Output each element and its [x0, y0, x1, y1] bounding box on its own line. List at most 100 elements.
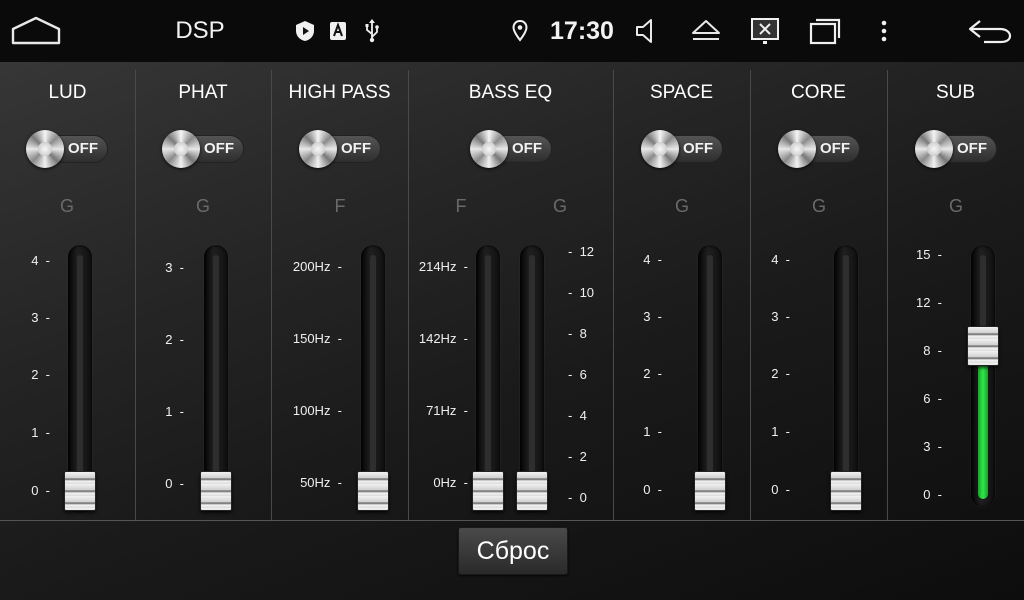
tick-label: 50Hz -	[300, 475, 342, 490]
volume-icon[interactable]	[630, 14, 664, 48]
home-icon[interactable]	[8, 12, 64, 48]
tick-label: - 0	[568, 490, 587, 505]
tick-label: 142Hz -	[418, 331, 468, 346]
panel-divider	[408, 70, 409, 520]
toggle-phat[interactable]: OFF	[162, 130, 246, 168]
tick-label: 2 -	[31, 367, 50, 382]
tick-label: 4 -	[771, 252, 790, 267]
usb-icon	[360, 17, 384, 45]
panel-title-lud: LUD	[48, 82, 87, 103]
toggle-lud[interactable]: OFF	[26, 130, 110, 168]
tick-label: - 6	[568, 367, 587, 382]
panel-divider	[135, 70, 136, 520]
tick-label: 0 -	[643, 482, 662, 497]
unit-label: G	[552, 196, 567, 216]
reset-button[interactable]: Сброс	[458, 527, 568, 575]
tick-label: 0 -	[923, 487, 942, 502]
toggle-knob	[162, 130, 200, 168]
unit-label: G	[674, 196, 689, 216]
tick-label: 12 -	[915, 295, 942, 310]
tick-label: 2 -	[643, 366, 662, 381]
slider-thumb-phat[interactable]	[200, 471, 232, 511]
panel-title-core: CORE	[791, 82, 846, 103]
panel-divider	[750, 70, 751, 520]
tick-label: 2 -	[771, 366, 790, 381]
tick-label: 71Hz -	[426, 403, 468, 418]
tick-label: 4 -	[643, 252, 662, 267]
unit-label: G	[811, 196, 826, 216]
more-icon[interactable]	[870, 14, 898, 48]
app-title: DSP	[175, 17, 225, 44]
toggle-knob	[915, 130, 953, 168]
tick-label: 3 -	[31, 310, 50, 325]
location-pin-icon	[508, 17, 532, 45]
tick-label: 100Hz -	[292, 403, 342, 418]
toggle-bass-eq[interactable]: OFF	[470, 130, 554, 168]
tick-label: - 2	[568, 449, 587, 464]
tick-label: 0Hz -	[433, 475, 468, 490]
tick-label: 4 -	[31, 253, 50, 268]
toggle-core[interactable]: OFF	[778, 130, 862, 168]
screen-off-icon[interactable]	[748, 14, 782, 48]
tick-label: 0 -	[165, 476, 184, 491]
unit-label: G	[195, 196, 210, 216]
slider-thumb-space[interactable]	[694, 471, 726, 511]
panel-title-high-pass: HIGH PASS	[288, 82, 391, 103]
toggle-state: OFF	[820, 140, 850, 157]
slider-thumb-bass-gain[interactable]	[516, 471, 548, 511]
slider-thumb-sub[interactable]	[967, 326, 999, 366]
panel-divider	[887, 70, 888, 520]
tick-label: 3 -	[771, 309, 790, 324]
eject-icon[interactable]	[688, 14, 724, 48]
panel-divider	[613, 70, 614, 520]
tick-label: 8 -	[923, 343, 942, 358]
tick-label: 1 -	[771, 424, 790, 439]
a-box-icon	[326, 18, 350, 44]
tick-label: 15 -	[915, 247, 942, 262]
tick-label: - 8	[568, 326, 587, 341]
panel-bottom-border	[0, 520, 1024, 521]
unit-label: F	[334, 196, 346, 216]
toggle-state: OFF	[957, 140, 987, 157]
tick-label: 0 -	[31, 483, 50, 498]
recent-windows-icon[interactable]	[806, 14, 844, 48]
tick-label: 3 -	[643, 309, 662, 324]
toggle-knob	[299, 130, 337, 168]
slider-thumb-bass-freq[interactable]	[472, 471, 504, 511]
toggle-space[interactable]: OFF	[641, 130, 725, 168]
tick-label: 150Hz -	[292, 331, 342, 346]
unit-label: G	[948, 196, 963, 216]
slider-thumb-lud[interactable]	[64, 471, 96, 511]
unit-label: F	[455, 196, 467, 216]
toggle-state: OFF	[512, 140, 542, 157]
toggle-sub[interactable]: OFF	[915, 130, 999, 168]
slider-thumb-high-pass[interactable]	[357, 471, 389, 511]
tick-label: 2 -	[165, 332, 184, 347]
tick-label: 1 -	[31, 425, 50, 440]
tick-label: 0 -	[771, 482, 790, 497]
tick-label: - 12	[568, 244, 595, 259]
tick-label: - 10	[568, 285, 595, 300]
tick-label: 3 -	[923, 439, 942, 454]
panel-title-sub: SUB	[935, 82, 976, 103]
toggle-state: OFF	[68, 140, 98, 157]
toggle-state: OFF	[204, 140, 234, 157]
unit-label: G	[59, 196, 74, 216]
panel-title-bass-eq: BASS EQ	[468, 82, 553, 103]
tick-label: 200Hz -	[292, 259, 342, 274]
back-icon[interactable]	[962, 14, 1018, 48]
tick-label: 1 -	[165, 404, 184, 419]
shield-play-icon	[293, 18, 317, 44]
panel-title-phat: PHAT	[178, 82, 228, 103]
toggle-knob	[470, 130, 508, 168]
tick-label: 1 -	[643, 424, 662, 439]
slider-fill-sub	[978, 362, 988, 499]
clock: 17:30	[550, 16, 614, 45]
panel-title-space: SPACE	[649, 82, 713, 103]
toggle-high-pass[interactable]: OFF	[299, 130, 383, 168]
tick-label: 3 -	[165, 260, 184, 275]
toggle-knob	[641, 130, 679, 168]
slider-thumb-core[interactable]	[830, 471, 862, 511]
toggle-knob	[26, 130, 64, 168]
toggle-state: OFF	[341, 140, 371, 157]
